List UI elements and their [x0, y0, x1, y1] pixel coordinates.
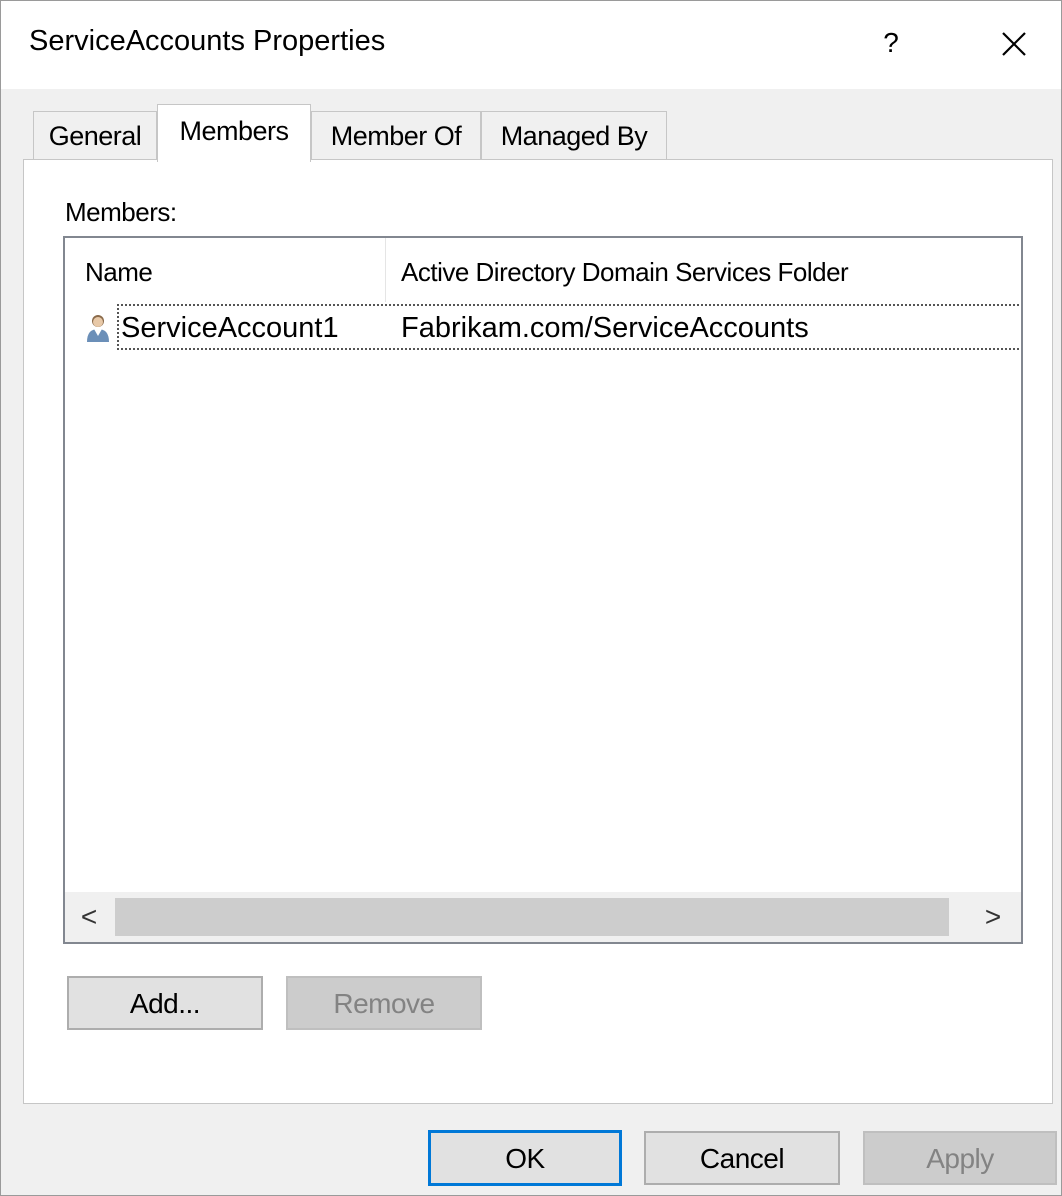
tab-general[interactable]: General [33, 111, 157, 159]
scroll-right-button[interactable]: > [969, 892, 1017, 942]
apply-button[interactable]: Apply [863, 1131, 1057, 1185]
members-label: Members: [65, 197, 177, 227]
member-name: ServiceAccount1 [121, 312, 339, 344]
close-icon [1002, 32, 1026, 56]
scroll-left-button[interactable]: < [65, 892, 113, 942]
ok-button[interactable]: OK [428, 1130, 622, 1186]
member-folder: Fabrikam.com/ServiceAccounts [401, 312, 809, 344]
tab-members[interactable]: Members [157, 104, 311, 162]
column-header-name[interactable]: Name [85, 238, 153, 302]
column-separator[interactable] [385, 238, 386, 302]
tab-managed-by[interactable]: Managed By [481, 111, 667, 159]
add-button[interactable]: Add... [67, 976, 263, 1030]
table-row[interactable]: ServiceAccount1 Fabrikam.com/ServiceAcco… [85, 304, 1021, 352]
properties-dialog: ServiceAccounts Properties ? General Mem… [0, 0, 1062, 1196]
title-bar: ServiceAccounts Properties ? [1, 1, 1061, 89]
help-button[interactable]: ? [871, 21, 911, 65]
horizontal-scrollbar[interactable]: < > [65, 892, 1021, 942]
user-icon [87, 315, 109, 342]
scroll-thumb[interactable] [115, 898, 949, 936]
tab-member-of[interactable]: Member Of [311, 111, 481, 159]
members-list[interactable]: Name Active Directory Domain Services Fo… [63, 236, 1023, 944]
dialog-title: ServiceAccounts Properties [29, 25, 386, 57]
close-button[interactable] [991, 21, 1039, 69]
column-header-folder[interactable]: Active Directory Domain Services Folder [401, 238, 849, 302]
remove-button[interactable]: Remove [286, 976, 482, 1030]
cancel-button[interactable]: Cancel [644, 1131, 840, 1185]
